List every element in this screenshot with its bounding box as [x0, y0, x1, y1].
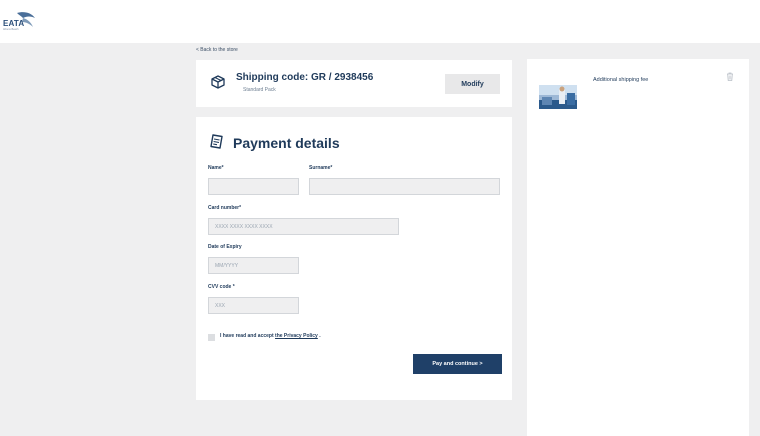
surname-label: Surname*	[309, 165, 333, 171]
pay-and-continue-button[interactable]: Pay and continue >	[413, 354, 502, 374]
privacy-policy-link[interactable]: the Privacy Policy	[275, 333, 318, 339]
privacy-consent-text: I have read and accept the Privacy Polic…	[220, 333, 321, 339]
cvv-field[interactable]	[208, 297, 299, 314]
payment-title: Payment details	[233, 135, 340, 151]
trash-icon[interactable]	[726, 72, 734, 81]
shipping-fee-label: Additional shipping fee	[593, 77, 649, 83]
privacy-checkbox[interactable]	[208, 334, 215, 341]
back-to-store-link[interactable]: < Back to the store	[196, 47, 238, 53]
shipping-code-title: Shipping code: GR / 2938456	[236, 72, 374, 83]
name-label: Name*	[208, 165, 224, 171]
order-summary-panel: Additional shipping fee	[527, 59, 749, 436]
consent-suffix: .	[319, 333, 321, 339]
logo-text: EATA	[3, 19, 25, 28]
surname-field[interactable]	[309, 178, 500, 195]
shipping-card: Shipping code: GR / 2938456 Standard Pac…	[196, 60, 512, 107]
top-bar: EATA Athens Beach	[0, 0, 760, 43]
expiry-label: Date of Expiry	[208, 244, 242, 250]
receipt-icon	[210, 134, 223, 149]
logo-subtitle: Athens Beach	[3, 28, 19, 31]
product-thumbnail	[539, 85, 577, 109]
expiry-field[interactable]	[208, 257, 299, 274]
shipping-pack-type: Standard Pack	[243, 87, 276, 93]
name-field[interactable]	[208, 178, 299, 195]
card-number-label: Card number*	[208, 205, 242, 211]
product-photo-icon	[539, 85, 577, 109]
card-number-field[interactable]	[208, 218, 399, 235]
brand-logo[interactable]: EATA Athens Beach	[3, 9, 37, 33]
payment-card: Payment details Name* Surname* Card numb…	[196, 117, 512, 400]
modify-button[interactable]: Modify	[445, 74, 500, 94]
consent-prefix: I have read and accept	[220, 333, 274, 339]
cvv-label: CVV code *	[208, 284, 235, 290]
package-icon	[211, 75, 225, 89]
